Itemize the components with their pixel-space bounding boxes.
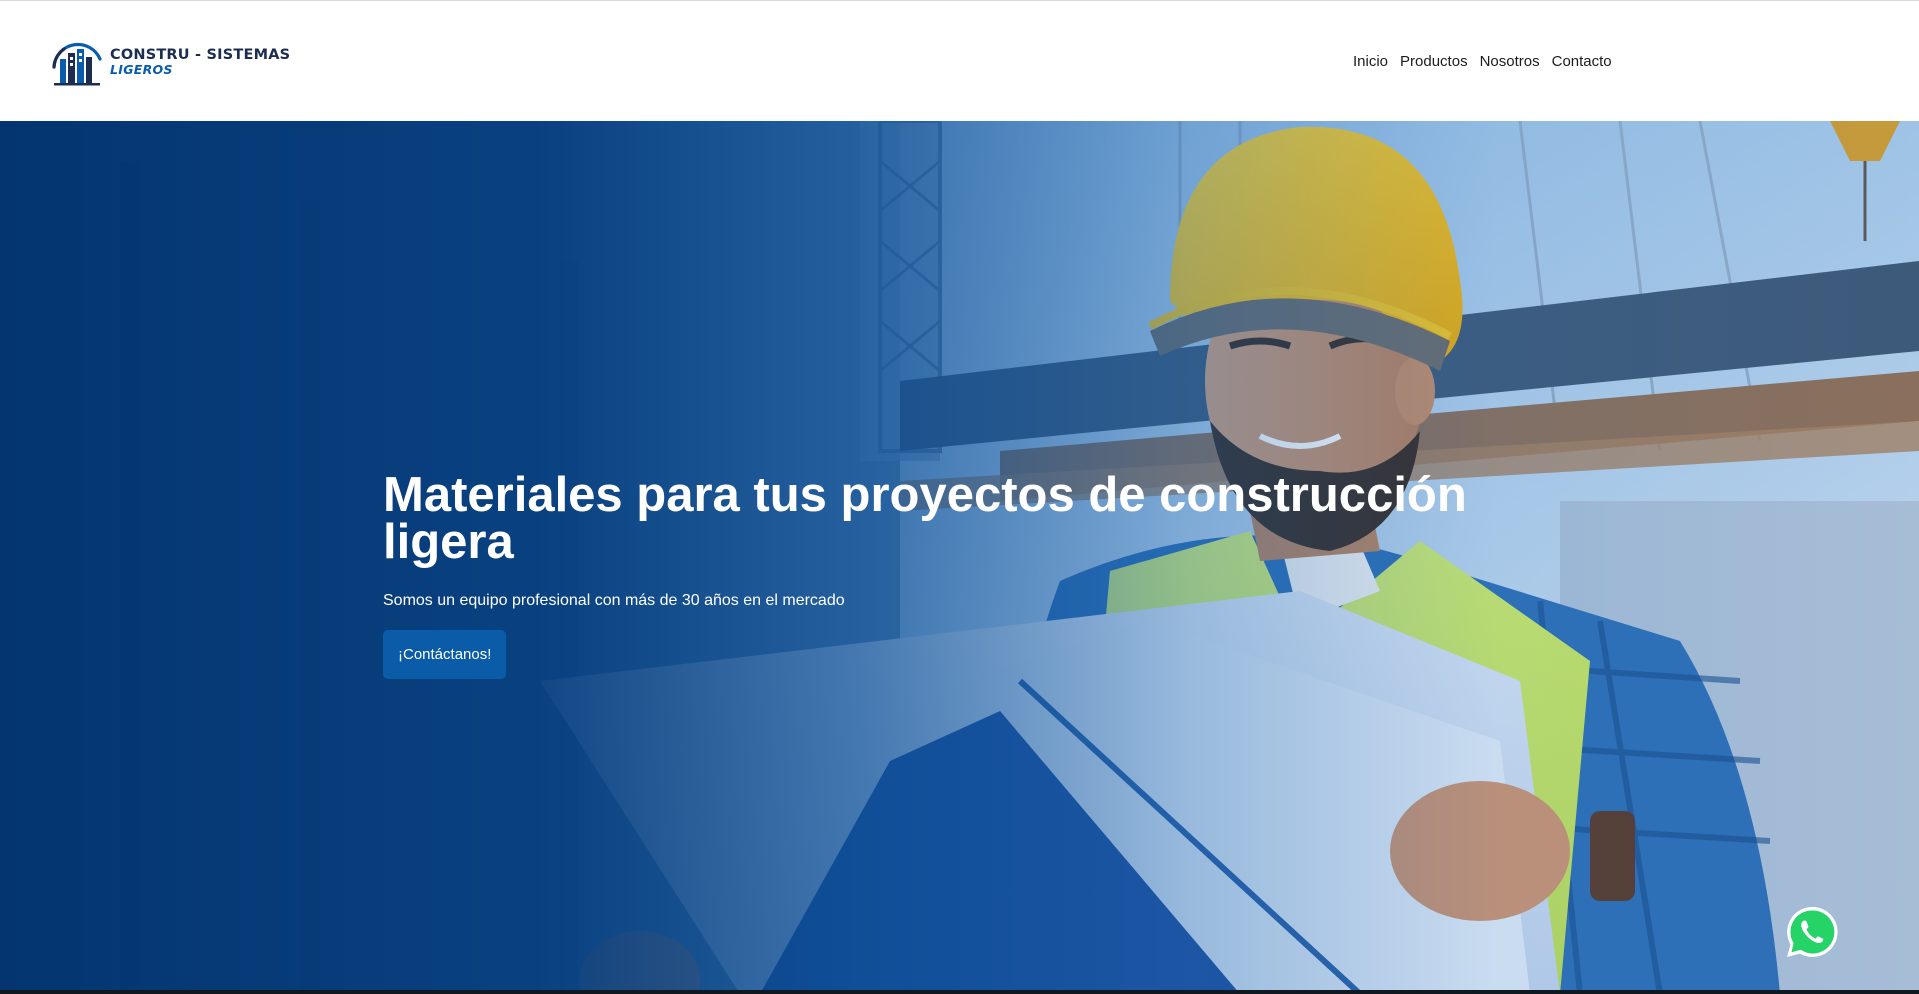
hero-title: Materiales para tus proyectos de constru…	[383, 468, 1467, 569]
nav-link-nosotros[interactable]: Nosotros	[1480, 53, 1540, 70]
page-bottom-edge	[0, 990, 1919, 994]
nav-link-inicio[interactable]: Inicio	[1353, 53, 1388, 70]
nav-link-productos[interactable]: Productos	[1400, 53, 1468, 70]
hero-subtitle: Somos un equipo profesional con más de 3…	[383, 592, 845, 609]
logo-link[interactable]: CONSTRU - SISTEMAS LIGEROS	[50, 37, 290, 87]
logo-title: CONSTRU - SISTEMAS	[110, 46, 291, 63]
hero-section: Materiales para tus proyectos de constru…	[0, 121, 1919, 994]
whatsapp-icon	[1787, 906, 1838, 957]
logo-text: CONSTRU - SISTEMAS LIGEROS	[110, 46, 291, 77]
contact-cta-button[interactable]: ¡Contáctanos!	[383, 630, 507, 679]
buildings-logo-icon	[52, 42, 102, 86]
page: CONSTRU - SISTEMAS LIGEROS Inicio Produc…	[0, 0, 1919, 994]
site-header: CONSTRU - SISTEMAS LIGEROS Inicio Produc…	[0, 0, 1919, 121]
whatsapp-button[interactable]	[1784, 904, 1840, 960]
nav-link-contacto[interactable]: Contacto	[1552, 53, 1612, 70]
main-nav: Inicio Productos Nosotros Contacto	[1353, 53, 1612, 70]
hero-content: Materiales para tus proyectos de constru…	[383, 468, 1503, 679]
logo-subtitle: LIGEROS	[110, 62, 173, 77]
